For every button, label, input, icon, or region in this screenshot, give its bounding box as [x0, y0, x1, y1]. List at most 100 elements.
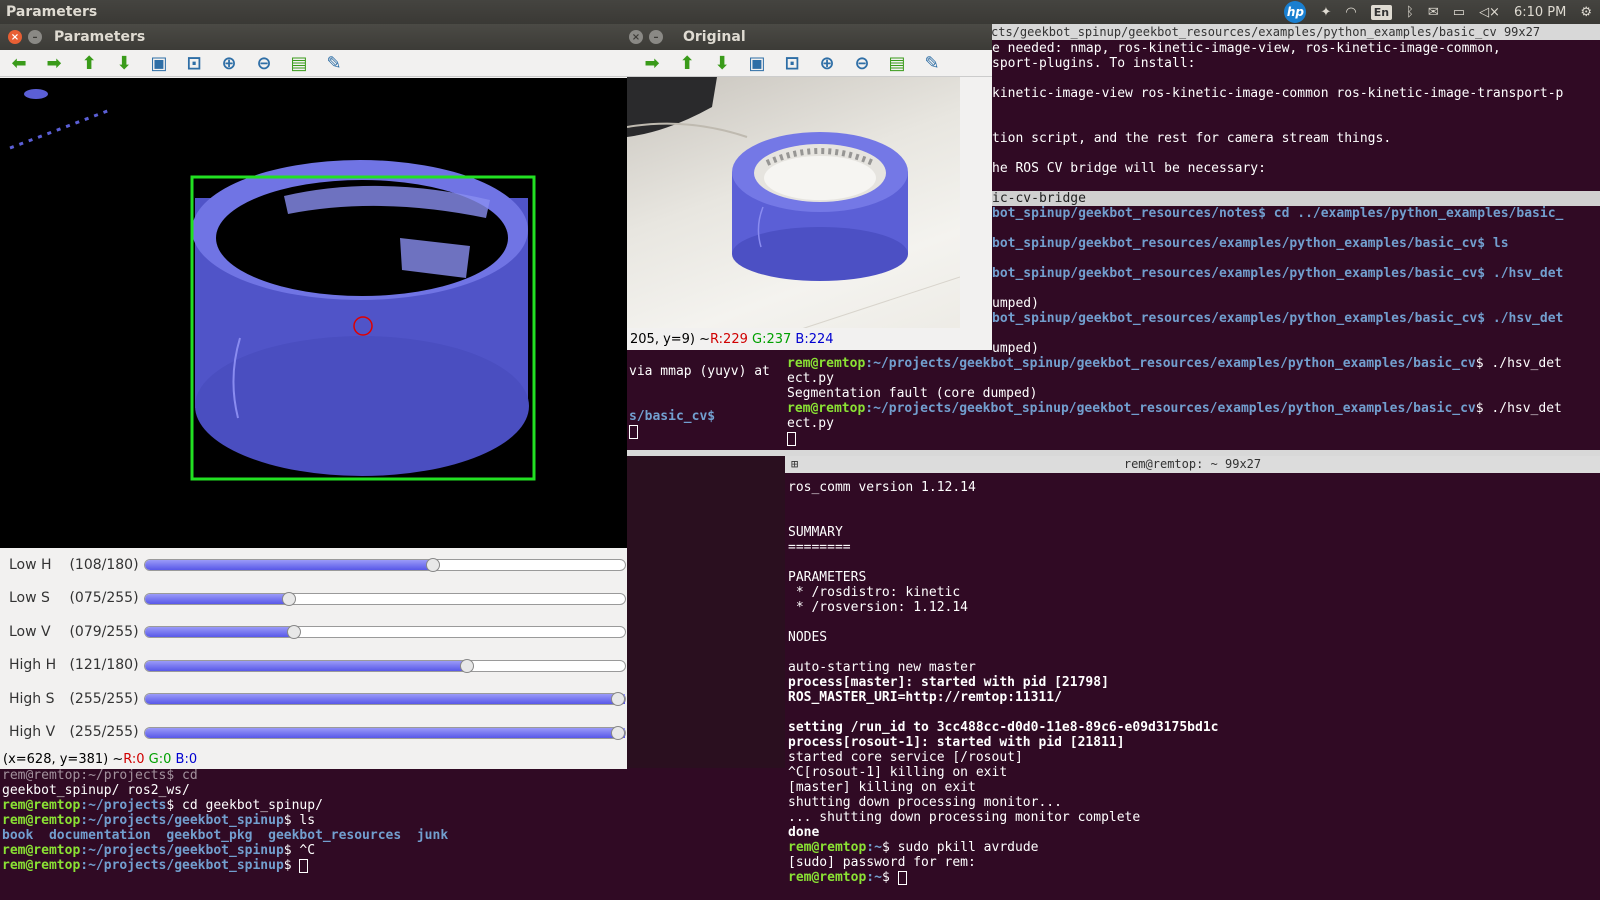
arrow-down-icon[interactable]: ⬇ [711, 52, 733, 74]
arrow-down-icon[interactable]: ⬇ [113, 52, 135, 74]
mask-image [0, 78, 627, 548]
slider-track[interactable] [144, 625, 626, 639]
terminal-bottom-right[interactable]: ⊞ rem@remtop: ~ 99x27 ros_comm version 1… [785, 456, 1600, 900]
brush-icon[interactable]: ✎ [921, 52, 943, 74]
ls-entry: junk [416, 828, 449, 843]
slider-row: Low H (108/180) [0, 548, 627, 581]
slider-value: (255/255) [69, 724, 139, 740]
slider-track[interactable] [144, 591, 626, 606]
terminal-line: process[master]: started with pid [21798… [788, 675, 1109, 690]
original-status-bar: 205, y=9) ~ R:229 G:237 B:224 [627, 328, 992, 350]
slider-knob[interactable] [611, 725, 625, 740]
slider-value: (121/180) [69, 657, 139, 673]
slider-track[interactable] [144, 558, 626, 572]
volume-icon[interactable]: ◁× [1479, 5, 1500, 20]
slider-knob[interactable] [426, 558, 440, 572]
slider-fill [145, 593, 289, 604]
brush-icon[interactable]: ✎ [323, 52, 345, 74]
hp-icon[interactable]: hp [1284, 1, 1307, 23]
zoom-out-icon[interactable]: ⊖ [253, 52, 275, 74]
arrow-up-icon[interactable]: ⬆ [78, 52, 100, 74]
slider-track[interactable] [144, 725, 626, 740]
minimize-icon[interactable]: – [649, 30, 663, 44]
slider-knob[interactable] [459, 658, 474, 673]
slider-knob[interactable] [282, 591, 296, 606]
slider-row: High S (255/255) [0, 682, 627, 715]
clock[interactable]: 6:10 PM [1514, 5, 1566, 20]
terminal-tabs-icon[interactable]: ⊞ [791, 456, 798, 473]
minimize-icon[interactable]: – [28, 30, 42, 44]
slider-row: Low V (079/255) [0, 615, 627, 648]
parameters-titlebar[interactable]: × – Parameters [0, 24, 627, 50]
slider-row: High H (121/180) [0, 649, 627, 682]
close-icon[interactable]: × [629, 30, 643, 44]
close-icon[interactable]: × [8, 30, 22, 44]
slider-label: Low H [9, 556, 52, 573]
original-titlebar[interactable]: × – Original [627, 24, 992, 50]
terminal-line: SUMMARY [788, 525, 843, 540]
zoom-in-icon[interactable]: ⊕ [816, 52, 838, 74]
top-panel: Parameters hp ✦ ◠ En ᛒ ✉ ▭ ◁× 6:10 PM ⚙ [0, 0, 1600, 24]
wifi-icon[interactable]: ◠ [1345, 5, 1356, 20]
arrow-right-icon[interactable]: ➡ [43, 52, 65, 74]
terminal-line: ic-cv-bridge [992, 191, 1600, 206]
arrow-up-icon[interactable]: ⬆ [676, 52, 698, 74]
terminal-line: via mmap (yuyv) at [629, 364, 770, 379]
hsv-sliders: Low H (108/180) Low S (075/255) Low V (079/25… [0, 548, 627, 748]
keyboard-lang-icon[interactable]: En [1370, 4, 1393, 20]
save-icon[interactable]: ▤ [886, 52, 908, 74]
arrow-right-icon[interactable]: ➡ [641, 52, 663, 74]
slider-fill [145, 627, 294, 637]
mail-icon[interactable]: ✉ [1428, 5, 1439, 20]
terminal-cursor [897, 870, 907, 885]
terminal-title: rem@remtop: ~ 99x27 [1123, 457, 1262, 471]
terminal-bottom-left-output: rem@remtop:~/projects$ cd geekbot_spinup… [2, 768, 449, 873]
slider-track[interactable] [144, 692, 626, 706]
dropbox-icon[interactable]: ✦ [1320, 5, 1331, 20]
slider-value: (075/255) [69, 590, 139, 606]
battery-icon[interactable]: ▭ [1453, 5, 1465, 20]
terminal-line: ros_comm version 1.12.14 [788, 480, 976, 495]
parameters-status-bar: (x=628, y=381) ~ R:0 G:0 B:0 [0, 750, 627, 768]
image-icon[interactable]: ▣ [148, 52, 170, 74]
terminal-middle[interactable]: via mmap (yuyv) at s/basic_cv$ [627, 350, 785, 450]
zoom-out-icon[interactable]: ⊖ [851, 52, 873, 74]
slider-knob[interactable] [286, 625, 301, 639]
slider-fill [145, 694, 625, 704]
bluetooth-icon[interactable]: ᛒ [1406, 5, 1414, 20]
slider-fill [145, 560, 433, 570]
parameters-window[interactable]: × – Parameters ⬅ ➡ ⬆ ⬇ ▣ ⊡ ⊕ ⊖ ▤ ✎ Low H… [0, 24, 627, 769]
gear-icon[interactable]: ⚙ [1580, 5, 1592, 20]
slider-label: High S [9, 690, 55, 707]
terminal-line: ^C[rosout-1] killing on exit [788, 765, 1008, 780]
zoom-fit-icon[interactable]: ⊡ [781, 52, 803, 74]
terminal-line: started core service [/rosout] [788, 750, 1023, 765]
terminal-line: shutting down processing monitor... [788, 795, 1062, 810]
terminal-line: kinetic-image-view ros-kinetic-image-com… [992, 86, 1564, 101]
zoom-in-icon[interactable]: ⊕ [218, 52, 240, 74]
slider-track[interactable] [144, 658, 626, 673]
ls-entry: geekbot_resources [268, 828, 402, 843]
zoom-fit-icon[interactable]: ⊡ [183, 52, 205, 74]
terminal-line: NODES [788, 630, 828, 645]
terminal-bottom-left[interactable]: rem@remtop:~/projects$ cd geekbot_spinup… [0, 768, 785, 900]
save-icon[interactable]: ▤ [288, 52, 310, 74]
original-window[interactable]: × – Original ➡ ⬆ ⬇ ▣ ⊡ ⊕ ⊖ ▤ ✎ 205, y=9)… [627, 24, 992, 350]
arrow-left-icon[interactable]: ⬅ [8, 52, 30, 74]
terminal-line: s/basic_cv$ [629, 409, 723, 424]
image-icon[interactable]: ▣ [746, 52, 768, 74]
slider-fill [145, 727, 625, 738]
original-camera-image [627, 77, 960, 349]
slider-knob[interactable] [611, 692, 625, 706]
ls-entry: geekbot_pkg [166, 828, 253, 843]
masked-tape-roll [9, 89, 536, 481]
